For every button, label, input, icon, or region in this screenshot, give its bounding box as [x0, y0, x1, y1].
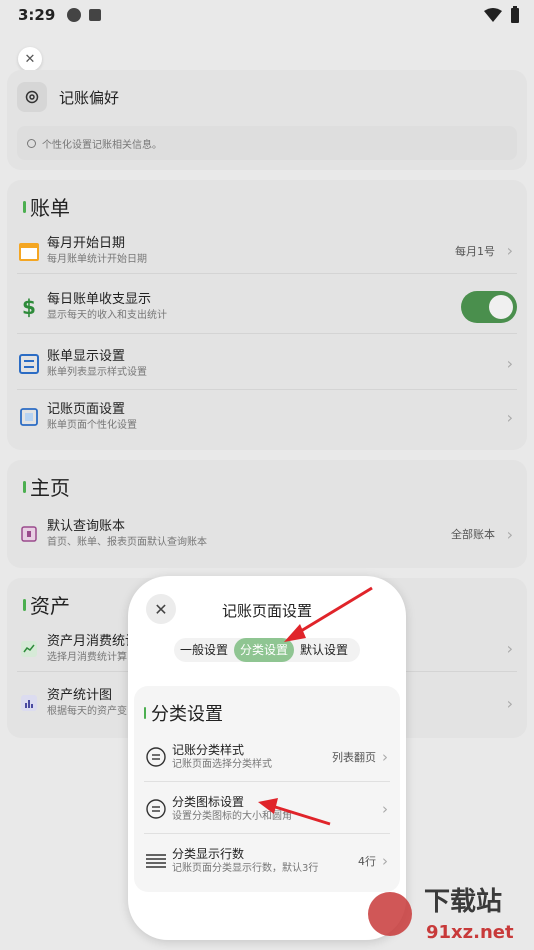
daily-display-toggle[interactable] — [461, 290, 517, 323]
chevron-right-icon: › — [506, 639, 513, 658]
rows-icon — [144, 849, 168, 873]
bill-display-settings-title: 账单显示设置 — [47, 348, 126, 364]
chevron-right-icon: › — [506, 693, 513, 713]
home-section-title: 主页 — [23, 472, 70, 501]
assets-section-title: 资产 — [23, 590, 70, 619]
info-icon — [27, 138, 36, 148]
monthly-start-date-value: 每月1号 — [455, 244, 495, 258]
category-icon-settings-subtitle: 设置分类图标的大小和圆角 — [172, 810, 292, 822]
preferences-info: 个性化设置记账相关信息。 — [17, 126, 517, 160]
modal-tabs: 一般设置 分类设置 默认设置 — [174, 638, 360, 662]
wifi-icon — [484, 8, 502, 22]
daily-display-title: 每日账单收支显示 — [47, 291, 152, 307]
category-settings-card: 分类设置 记账分类样式 记账页面选择分类样式 列表翻页 › 分类图标设置 设置分… — [134, 686, 400, 892]
home-section: 主页 默认查询账本 首页、账单、报表页面默认查询账本 全部账本 › — [7, 460, 527, 568]
category-style-title: 记账分类样式 — [172, 742, 245, 757]
monthly-start-date-title: 每月开始日期 — [47, 235, 126, 251]
a-notification-icon — [89, 9, 102, 21]
preferences-info-text: 个性化设置记账相关信息。 — [42, 139, 162, 151]
watermark-text-url: 91xz.net — [426, 922, 514, 943]
daily-display-row: $ 每日账单收支显示 显示每天的收入和支出统计 — [17, 280, 517, 334]
category-icon-settings-icon — [144, 797, 168, 821]
chevron-right-icon: › — [506, 407, 513, 427]
asset-chart-title: 资产统计图 — [47, 688, 113, 703]
chevron-right-icon: › — [506, 354, 513, 373]
category-rows-value: 4行 — [358, 855, 376, 868]
ledger-icon — [17, 522, 41, 546]
category-rows-title: 分类显示行数 — [172, 847, 245, 861]
chevron-right-icon: › — [506, 241, 513, 260]
bill-display-settings-subtitle: 账单列表显示样式设置 — [47, 366, 147, 378]
bill-section-title: 账单 — [23, 192, 70, 221]
default-ledger-title: 默认查询账本 — [47, 519, 126, 534]
asset-monthly-subtitle: 选择月消费统计算 — [47, 651, 127, 663]
chevron-right-icon: › — [382, 747, 388, 766]
asset-monthly-title: 资产月消费统计 — [47, 633, 139, 649]
category-rows-subtitle: 记账页面分类显示行数，默认3行 — [172, 863, 319, 874]
default-ledger-row[interactable]: 默认查询账本 首页、账单、报表页面默认查询账本 全部账本 › — [17, 512, 517, 556]
monthly-start-date-row[interactable]: 每月开始日期 每月账单统计开始日期 每月1号 › — [17, 228, 517, 274]
app-notification-icon — [67, 8, 82, 22]
list-icon — [17, 352, 41, 376]
category-style-row[interactable]: 记账分类样式 记账页面选择分类样式 列表翻页 › — [144, 732, 390, 782]
bill-section: 账单 每月开始日期 每月账单统计开始日期 每月1号 › $ 每日账单收支显示 显… — [7, 180, 527, 450]
category-settings-title: 分类设置 — [144, 700, 223, 726]
bill-display-settings-row[interactable]: 账单显示设置 账单列表显示样式设置 › — [17, 338, 517, 390]
preferences-card: 记账偏好 个性化设置记账相关信息。 — [7, 70, 527, 170]
watermark: 下载站 91xz.net — [364, 876, 534, 950]
daily-display-subtitle: 显示每天的收入和支出统计 — [47, 309, 167, 321]
record-page-settings-row[interactable]: 记账页面设置 账单页面个性化设置 › — [17, 392, 517, 442]
modal-title: 记账页面设置 — [221, 602, 312, 620]
status-bar: 3:29 — [0, 0, 534, 30]
record-page-settings-subtitle: 账单页面个性化设置 — [47, 420, 137, 431]
chevron-right-icon: › — [506, 524, 513, 544]
calendar-icon — [17, 239, 41, 263]
category-style-icon — [144, 745, 168, 769]
tab-default[interactable]: 默认设置 — [294, 638, 354, 662]
asset-chart-subtitle: 根据每天的资产变 — [47, 706, 127, 717]
trend-icon — [17, 637, 41, 661]
category-rows-row[interactable]: 分类显示行数 记账页面分类显示行数，默认3行 4行 › — [144, 836, 390, 886]
close-button[interactable]: ✕ — [18, 47, 42, 71]
record-page-settings-title: 记账页面设置 — [47, 402, 126, 417]
tab-category[interactable]: 分类设置 — [234, 638, 295, 662]
status-time: 3:29 — [18, 6, 56, 24]
category-icon-settings-title: 分类图标设置 — [172, 794, 245, 809]
gear-icon — [17, 82, 47, 112]
category-icon-settings-row[interactable]: 分类图标设置 设置分类图标的大小和圆角 › — [144, 784, 390, 834]
default-ledger-subtitle: 首页、账单、报表页面默认查询账本 — [47, 537, 207, 548]
battery-icon — [511, 6, 519, 23]
chevron-right-icon: › — [382, 799, 388, 818]
dollar-icon: $ — [22, 294, 36, 319]
document-icon — [17, 405, 41, 429]
default-ledger-value: 全部账本 — [451, 528, 495, 541]
category-style-value: 列表翻页 — [332, 750, 376, 764]
preferences-title: 记账偏好 — [59, 88, 120, 107]
monthly-start-date-subtitle: 每月账单统计开始日期 — [47, 253, 147, 265]
category-style-subtitle: 记账页面选择分类样式 — [172, 758, 272, 770]
bar-chart-icon — [17, 691, 41, 715]
tab-general[interactable]: 一般设置 — [174, 638, 234, 662]
watermark-text-main: 下载站 — [424, 887, 502, 917]
chevron-right-icon: › — [382, 852, 388, 870]
